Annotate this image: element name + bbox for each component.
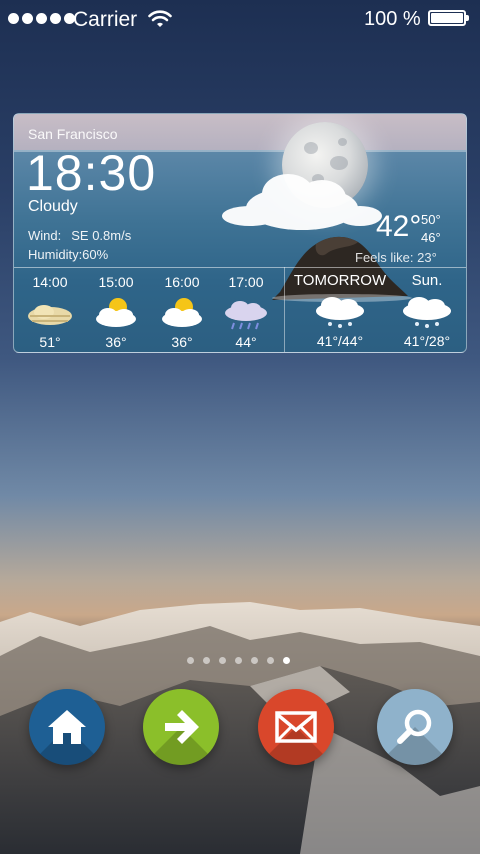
magnifier-icon	[397, 709, 432, 744]
search-button[interactable]	[377, 689, 453, 765]
page-dot[interactable]	[267, 657, 274, 664]
wind-info: Wind: SE 0.8m/s	[28, 228, 131, 243]
home-button[interactable]	[29, 689, 105, 765]
cloud-icon	[222, 174, 382, 230]
battery-icon	[428, 10, 469, 26]
hourly-forecast-item[interactable]: 17:00 44°	[216, 274, 276, 350]
high-temperature: 50°	[421, 212, 441, 227]
wind-value: SE 0.8m/s	[71, 228, 132, 243]
clock-time[interactable]: 18:30	[26, 144, 156, 202]
page-dot[interactable]	[235, 657, 242, 664]
rain-cloud-icon	[225, 301, 267, 330]
page-dot[interactable]	[203, 657, 210, 664]
partly-sunny-hazy-icon	[28, 305, 72, 325]
hour-label: 16:00	[164, 274, 200, 290]
carrier-label: Carrier	[73, 8, 138, 31]
home-icon	[48, 710, 86, 744]
daily-forecast-item[interactable]: TOMORROW 41°/44°	[292, 272, 388, 349]
sun-cloud-icon	[96, 298, 136, 327]
page-dot[interactable]	[251, 657, 258, 664]
hour-label: 15:00	[98, 274, 134, 290]
day-temp: 41°/28°	[403, 333, 451, 349]
snow-cloud-icon	[403, 297, 451, 328]
status-bar: Carrier 100 %	[0, 0, 480, 40]
wind-label: Wind:	[28, 228, 62, 243]
page-indicator[interactable]	[187, 657, 290, 664]
forward-button[interactable]	[143, 689, 219, 765]
hourly-forecast-item[interactable]: 16:00 36°	[152, 274, 212, 350]
hour-temp: 36°	[171, 334, 193, 350]
feels-like: Feels like: 23°	[355, 250, 437, 265]
mail-button[interactable]	[258, 689, 334, 765]
sun-cloud-icon	[162, 298, 202, 327]
signal-strength-dots	[8, 13, 75, 24]
hour-label: 14:00	[32, 274, 68, 290]
hour-temp: 44°	[235, 334, 257, 350]
hour-label: 17:00	[228, 274, 264, 290]
hour-temp: 36°	[105, 334, 127, 350]
humidity-info: Humidity:60%	[28, 247, 109, 262]
snow-cloud-icon	[316, 297, 364, 328]
page-dot[interactable]	[187, 657, 194, 664]
arrow-right-icon	[165, 710, 199, 744]
day-label: TOMORROW	[293, 272, 387, 289]
weather-widget[interactable]: San Francisco 18:30 Cloudy Wind: SE 0.8m/…	[13, 113, 467, 353]
forecast-divider	[14, 267, 466, 268]
page-dot-active[interactable]	[283, 657, 290, 664]
daily-forecast-item[interactable]: Sun. 41°/28°	[392, 272, 462, 349]
battery-percent: 100 %	[364, 8, 421, 30]
page-dot[interactable]	[219, 657, 226, 664]
hourly-forecast-item[interactable]: 14:00 51°	[20, 274, 80, 350]
low-temperature: 46°	[421, 230, 441, 245]
forecast-separator	[284, 267, 285, 352]
envelope-icon	[275, 711, 317, 743]
wifi-icon	[148, 10, 172, 27]
day-label: Sun.	[411, 272, 443, 289]
weather-condition: Cloudy	[28, 198, 78, 215]
hour-temp: 51°	[39, 334, 61, 350]
hourly-forecast-item[interactable]: 15:00 36°	[86, 274, 146, 350]
day-temp: 41°/44°	[316, 333, 364, 349]
city-name: San Francisco	[28, 126, 118, 142]
current-temperature: 42°	[376, 210, 422, 243]
